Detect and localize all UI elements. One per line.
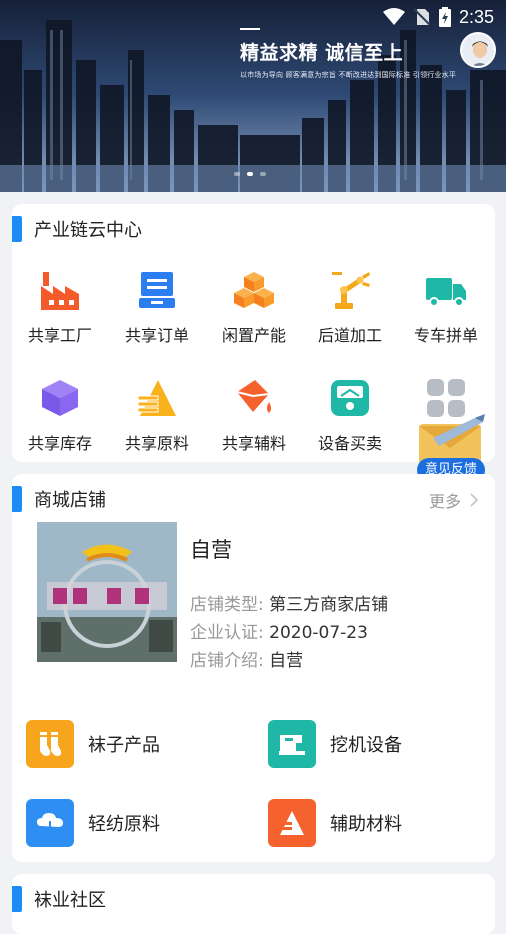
more-link[interactable]: 更多 xyxy=(429,488,479,512)
slogan-divider xyxy=(240,28,260,30)
section-accent-bar xyxy=(12,486,22,512)
category-label: 轻纺原料 xyxy=(88,814,160,835)
carousel-dot[interactable] xyxy=(260,172,266,176)
truck-icon xyxy=(424,268,468,312)
carousel-indicator xyxy=(234,172,266,176)
carousel-dot-active[interactable] xyxy=(247,172,253,176)
shop-intro-row: 店铺介绍: 自营 xyxy=(190,646,303,671)
sock-icon xyxy=(26,720,74,768)
user-avatar[interactable] xyxy=(460,32,496,68)
shop-photo xyxy=(37,522,177,662)
category-label: 袜子产品 xyxy=(88,735,160,756)
section-title: 产业链云中心 xyxy=(34,220,142,241)
grid-item-equipment-trade[interactable]: 设备买卖 xyxy=(302,376,398,466)
grid-item-label: 共享订单 xyxy=(124,326,189,345)
more-label: 更多 xyxy=(428,492,461,511)
sewing-machine-icon xyxy=(268,720,316,768)
category-aux-material[interactable]: 辅助材料 xyxy=(268,799,402,847)
grid-item-shared-accessories[interactable]: 共享辅料 xyxy=(206,376,302,466)
grid-item-label: 专车拼单 xyxy=(413,326,478,345)
grid-item-shared-inventory[interactable]: 共享库存 xyxy=(12,376,108,466)
category-textile[interactable]: 轻纺原料 xyxy=(26,799,160,847)
section-header: 袜业社区 xyxy=(12,886,106,912)
scale-icon xyxy=(328,376,372,420)
carousel-dot[interactable] xyxy=(234,172,240,176)
shop-cert-row: 企业认证: 2020-07-23 xyxy=(190,618,368,643)
banner-slogan: 精益求精 诚信至上 以市场为导向 顾客满意为宗旨 不断改进达到国际标准 引领行业… xyxy=(240,28,456,80)
shop-intro-value: 自营 xyxy=(269,651,304,671)
section-accent-bar xyxy=(12,216,22,242)
slogan-title: 精益求精 诚信至上 xyxy=(240,42,404,64)
grid-item-label: 共享原料 xyxy=(124,434,189,453)
shop-type-row: 店铺类型: 第三方商家店铺 xyxy=(190,590,388,615)
grid-item-label: 后道加工 xyxy=(317,326,382,345)
grid-item-idle-capacity[interactable]: 闲置产能 xyxy=(206,268,302,358)
material-stack-icon xyxy=(268,799,316,847)
shop-image[interactable] xyxy=(37,522,177,662)
robot-arm-icon xyxy=(328,268,372,312)
section-header: 产业链云中心 xyxy=(12,216,142,242)
wifi-icon xyxy=(382,8,405,25)
section-title: 袜业社区 xyxy=(34,890,106,911)
paint-bucket-icon xyxy=(232,376,276,420)
boxes-icon xyxy=(232,268,276,312)
cube-icon xyxy=(38,376,82,420)
shop-cert-label: 企业认证: xyxy=(190,623,264,643)
grid-item-label: 设备买卖 xyxy=(317,434,382,453)
order-icon xyxy=(135,268,179,312)
shop-type-value: 第三方商家店铺 xyxy=(269,595,389,615)
category-socks[interactable]: 袜子产品 xyxy=(26,720,160,768)
material-icon xyxy=(135,376,179,420)
factory-icon xyxy=(38,268,82,312)
chevron-right-icon xyxy=(470,493,479,507)
battery-charging-icon xyxy=(438,7,451,27)
category-equipment[interactable]: 挖机设备 xyxy=(268,720,402,768)
shop-name[interactable]: 自营 xyxy=(190,534,232,564)
community-card: 袜业社区 xyxy=(12,874,495,934)
no-sim-icon xyxy=(413,8,431,26)
grid-item-shared-order[interactable]: 共享订单 xyxy=(109,268,205,358)
status-time: 2:35 xyxy=(458,6,494,27)
store-card: 商城店铺 更多 自营 店铺类型: 第三方商家店铺 企业认证: 2020-07-2… xyxy=(12,474,495,862)
category-label: 挖机设备 xyxy=(330,735,402,756)
grid-item-label: 闲置产能 xyxy=(221,326,286,345)
cotton-icon xyxy=(26,799,74,847)
grid-item-label: 共享库存 xyxy=(27,434,92,453)
section-accent-bar xyxy=(12,886,22,912)
grid-item-dedicated-truck[interactable]: 专车拼单 xyxy=(398,268,494,358)
section-header: 商城店铺 xyxy=(12,486,106,512)
shop-intro-label: 店铺介绍: xyxy=(190,651,264,671)
slogan-subtitle: 以市场为导向 顾客满意为宗旨 不断改进达到国际标准 引领行业水平 xyxy=(240,71,457,79)
section-title: 商城店铺 xyxy=(34,490,106,511)
grid-item-label: 共享工厂 xyxy=(27,326,92,345)
shop-cert-value: 2020-07-23 xyxy=(269,623,368,643)
grid-item-shared-material[interactable]: 共享原料 xyxy=(109,376,205,466)
grid-item-shared-factory[interactable]: 共享工厂 xyxy=(12,268,108,358)
shop-type-label: 店铺类型: xyxy=(190,595,264,615)
category-label: 辅助材料 xyxy=(330,814,402,835)
banner-carousel[interactable]: 2:35 精益求精 诚信至上 以市场为导向 顾客满意为宗旨 不断改进达到国际标准… xyxy=(0,0,506,192)
grid-item-post-processing[interactable]: 后道加工 xyxy=(302,268,398,358)
grid-item-label: 共享辅料 xyxy=(221,434,286,453)
